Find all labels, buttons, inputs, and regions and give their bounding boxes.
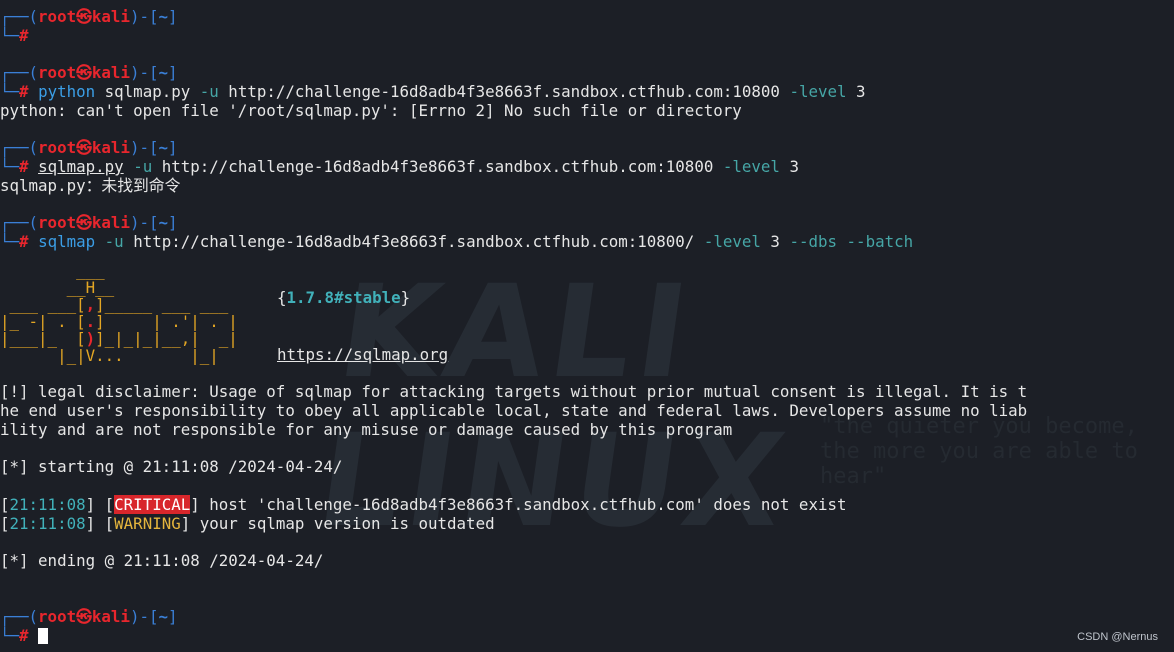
command-line: └─# sqlmap -u http://challenge-16d8adb4f…: [0, 232, 914, 251]
starting-line: [*] starting @ 21:11:08 /2024-04-24/: [0, 457, 343, 476]
sqlmap-url-link[interactable]: https://sqlmap.org: [277, 345, 448, 364]
skull-icon: ㉿: [76, 7, 92, 26]
log-line-critical: [21:11:08] [CRITICAL] host 'challenge-16…: [0, 495, 847, 514]
disclaimer-line: he end user's responsibility to obey all…: [0, 401, 1028, 420]
ending-line: [*] ending @ 21:11:08 /2024-04-24/: [0, 551, 324, 570]
error-output: python: can't open file '/root/sqlmap.py…: [0, 101, 742, 120]
text-cursor: [38, 628, 49, 644]
csdn-watermark: CSDN @Nernus: [1077, 631, 1158, 643]
error-output: sqlmap.py：未找到命令: [0, 176, 181, 195]
sqlmap-version: {1.7.8#stable}: [277, 288, 411, 307]
prompt-line: ┌──(root㉿kali)-[~]: [0, 63, 178, 82]
log-line-warning: [21:11:08] [WARNING] your sqlmap version…: [0, 514, 495, 533]
skull-icon: ㉿: [76, 607, 92, 626]
skull-icon: ㉿: [76, 138, 92, 157]
warning-badge: WARNING: [114, 514, 181, 533]
command-line: └─# sqlmap.py -u http://challenge-16d8ad…: [0, 157, 799, 176]
skull-icon: ㉿: [76, 213, 92, 232]
disclaimer-line: [!] legal disclaimer: Usage of sqlmap fo…: [0, 382, 1028, 401]
prompt-line: ┌──(root㉿kali)-[~]: [0, 607, 178, 626]
prompt-line: ┌──(root㉿kali)-[~]: [0, 7, 178, 26]
disclaimer-line: ility and are not responsible for any mi…: [0, 420, 733, 439]
skull-icon: ㉿: [76, 63, 92, 82]
command-line: └─# python sqlmap.py -u http://challenge…: [0, 82, 866, 101]
prompt-line: ┌──(root㉿kali)-[~]: [0, 213, 178, 232]
prompt-input-line: └─#: [0, 26, 29, 45]
active-prompt[interactable]: └─#: [0, 626, 49, 645]
terminal-output[interactable]: ┌──(root㉿kali)-[~] └─# ┌──(root㉿kali)-[~…: [0, 0, 1174, 652]
prompt-line: ┌──(root㉿kali)-[~]: [0, 138, 178, 157]
sqlmap-logo: ___ __H__ ___ ___[,]_____ ___ ___ |_ -| …: [0, 261, 238, 365]
critical-badge: CRITICAL: [114, 495, 191, 514]
